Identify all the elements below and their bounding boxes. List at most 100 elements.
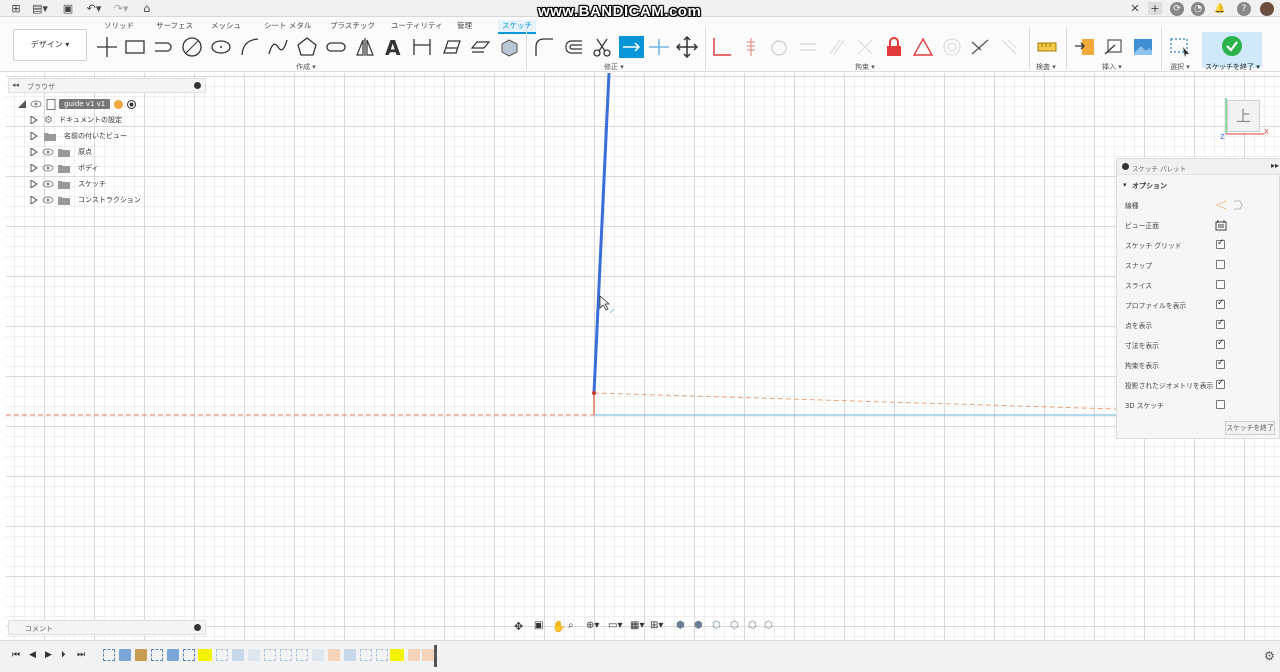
measure-tool-icon[interactable] xyxy=(1036,36,1058,58)
tab-sheet-metal[interactable]: シート メタル xyxy=(264,20,311,31)
fix-constraint-lock-icon[interactable] xyxy=(883,36,905,58)
timeline-feature[interactable] xyxy=(248,649,260,661)
collapsed-arrow-icon[interactable] xyxy=(30,116,38,124)
orbit-icon[interactable]: ✥ xyxy=(514,620,528,634)
play-icon[interactable]: ▶ xyxy=(45,650,57,662)
trim-tool-icon[interactable] xyxy=(591,36,613,58)
arc-tool-icon[interactable] xyxy=(239,36,261,58)
extensions-icon[interactable]: ⟳ xyxy=(1170,2,1184,16)
go-to-end-icon[interactable]: ⏭ xyxy=(77,650,89,662)
tree-item-document-settings[interactable]: ⚙ ドキュメントの設定 xyxy=(30,113,122,127)
sketch-point[interactable] xyxy=(592,391,596,395)
timeline-feature[interactable] xyxy=(360,649,372,661)
go-to-start-icon[interactable]: ⏮ xyxy=(12,650,24,662)
environment-icon[interactable]: ⬡ xyxy=(764,620,778,634)
show-constraints-checkbox[interactable] xyxy=(1216,358,1225,369)
perpendicular-constraint-icon[interactable] xyxy=(854,36,876,58)
display-settings-icon[interactable]: ▭▾ xyxy=(608,620,622,634)
break-tool-icon[interactable] xyxy=(648,36,670,58)
look-at-icon[interactable]: ▣ xyxy=(534,620,548,634)
equal-constraint-icon[interactable] xyxy=(797,36,819,58)
comments-add-icon[interactable] xyxy=(194,624,201,631)
app-grid-icon[interactable]: ⊞ xyxy=(9,2,23,15)
timeline-feature[interactable] xyxy=(183,649,195,661)
look-at-icon[interactable] xyxy=(1215,219,1227,231)
ellipse-tool-icon[interactable] xyxy=(210,36,232,58)
workspace-switcher-button[interactable]: デザイン ▾ xyxy=(13,29,87,61)
offset-tool-icon[interactable] xyxy=(562,36,584,58)
timeline-feature[interactable] xyxy=(312,649,324,661)
include-3d-tool-icon[interactable] xyxy=(498,36,520,58)
tree-item-sketches[interactable]: スケッチ xyxy=(30,177,106,191)
expanded-arrow-icon[interactable] xyxy=(18,100,26,108)
panel-pin-icon[interactable] xyxy=(194,82,201,89)
circle-tool-icon[interactable] xyxy=(181,36,203,58)
step-forward-icon[interactable]: ⏵ xyxy=(61,650,73,662)
save-icon[interactable]: ▣ xyxy=(62,2,74,15)
polygon-tool-icon[interactable] xyxy=(296,36,318,58)
fillet-tool-icon[interactable] xyxy=(533,36,555,58)
tree-item-construction[interactable]: コンストラクション xyxy=(30,193,141,207)
collapsed-arrow-icon[interactable] xyxy=(30,164,38,172)
timeline-feature[interactable] xyxy=(103,649,115,661)
timeline-feature[interactable] xyxy=(232,649,244,661)
wireframe-icon[interactable]: ⬡ xyxy=(730,620,744,634)
tree-item-named-views[interactable]: 名前の付いたビュー xyxy=(30,129,127,143)
timeline-feature[interactable] xyxy=(376,649,388,661)
construction-linetype-icon[interactable] xyxy=(1215,199,1227,211)
view-cube[interactable]: 上 xyxy=(1227,100,1260,132)
viewports-icon[interactable]: ⊞▾ xyxy=(650,620,664,634)
visibility-eye-icon[interactable] xyxy=(42,163,54,173)
timeline-feature-highlighted[interactable] xyxy=(198,649,212,661)
insert-svg-icon[interactable] xyxy=(1103,36,1125,58)
timeline-feature[interactable] xyxy=(216,649,228,661)
finish-sketch-palette-button[interactable]: スケッチを終了 xyxy=(1225,421,1275,435)
group-constraints-label[interactable]: 拘束 ▾ xyxy=(855,62,875,72)
show-dimensions-checkbox[interactable] xyxy=(1216,338,1225,349)
insert-dxf-icon[interactable] xyxy=(1074,36,1096,58)
sketch-line[interactable] xyxy=(592,73,611,394)
visibility-eye-icon[interactable] xyxy=(42,179,54,189)
group-modify-label[interactable]: 修正 ▾ xyxy=(604,62,624,72)
tab-surface[interactable]: サーフェス xyxy=(156,20,193,31)
active-radio-icon[interactable] xyxy=(127,99,137,109)
project-tool-icon[interactable] xyxy=(440,36,462,58)
timeline-feature[interactable] xyxy=(135,649,147,661)
timeline-feature[interactable] xyxy=(280,649,292,661)
collapse-arrow-icon[interactable]: ▾ xyxy=(1123,181,1127,189)
midpoint-constraint-icon[interactable] xyxy=(912,36,934,58)
visibility-eye-icon[interactable] xyxy=(42,195,54,205)
tab-sketch[interactable]: スケッチ xyxy=(498,20,536,34)
settings-gear-icon[interactable]: ⚙ xyxy=(1264,649,1275,663)
tab-manage[interactable]: 管理 xyxy=(457,20,472,31)
finish-sketch-label[interactable]: スケッチを終了 ▾ xyxy=(1205,62,1260,72)
palette-pin-icon[interactable] xyxy=(1122,163,1129,170)
horizontal-vertical-constraint-icon[interactable] xyxy=(711,36,733,58)
group-insert-label[interactable]: 挿入 ▾ xyxy=(1102,62,1122,72)
undo-icon[interactable]: ↶▾ xyxy=(84,2,104,15)
zoom-icon[interactable]: ⌕ xyxy=(568,620,582,634)
visual-style-icon[interactable]: ⬡ xyxy=(748,620,762,634)
palette-expand-icon[interactable]: ▸▸ xyxy=(1271,161,1279,170)
tree-item-bodies[interactable]: ボディ xyxy=(30,161,99,175)
extend-tool-icon[interactable] xyxy=(619,36,644,58)
coincident-constraint-icon[interactable] xyxy=(740,36,762,58)
show-projected-geometry-checkbox[interactable] xyxy=(1216,378,1225,389)
concentric-constraint-icon[interactable] xyxy=(941,36,963,58)
group-create-label[interactable]: 作成 ▾ xyxy=(296,62,316,72)
select-window-icon[interactable] xyxy=(1169,36,1191,58)
group-select-label[interactable]: 選択 ▾ xyxy=(1170,62,1190,72)
show-profile-checkbox[interactable] xyxy=(1216,298,1225,309)
options-section-title[interactable]: オプション xyxy=(1132,181,1167,191)
hidden-edges-icon[interactable]: ⬡ xyxy=(712,620,726,634)
tab-plastic[interactable]: プラスチック xyxy=(330,20,375,31)
step-back-icon[interactable]: ◀ xyxy=(29,650,41,662)
timeline-feature[interactable] xyxy=(264,649,276,661)
text-tool-icon[interactable]: A xyxy=(383,36,405,58)
mirror-tool-icon[interactable] xyxy=(354,36,376,58)
rectangle-tool-icon[interactable] xyxy=(124,36,146,58)
tree-root-label[interactable]: guide v1 v1 xyxy=(59,99,111,109)
visibility-eye-icon[interactable] xyxy=(42,147,54,157)
timeline-feature[interactable] xyxy=(344,649,356,661)
intersect-tool-icon[interactable] xyxy=(469,36,491,58)
